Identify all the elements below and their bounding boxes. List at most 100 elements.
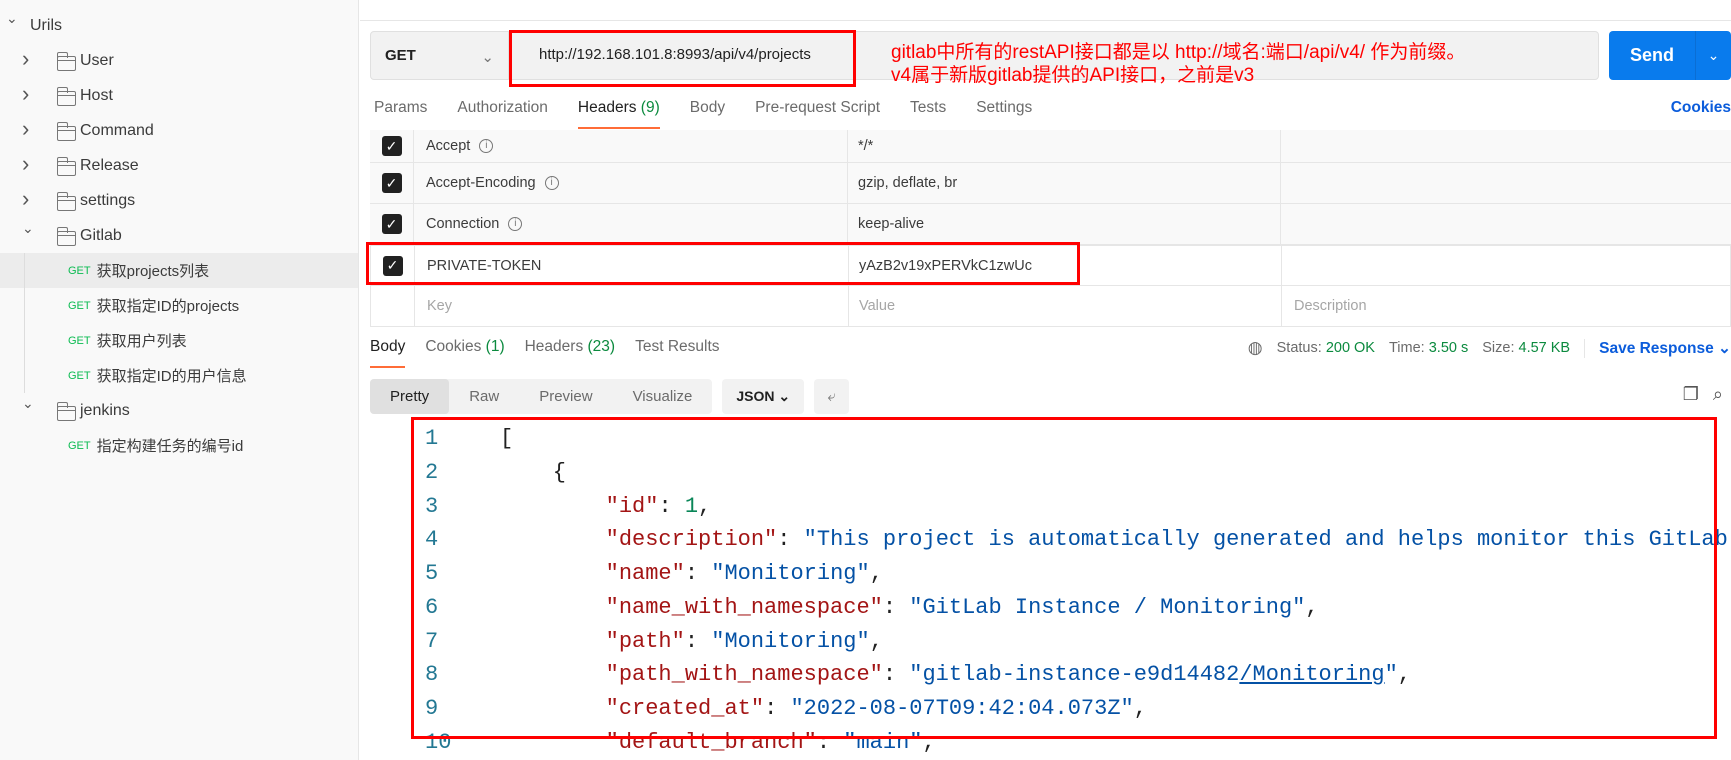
header-key[interactable]: Connection i <box>414 204 848 244</box>
annotation-box-token <box>366 242 1080 285</box>
tree-item[interactable]: ⌄ Urils <box>0 8 358 43</box>
save-response-label: Save Response <box>1599 339 1714 357</box>
chevron-right-icon[interactable]: › <box>22 116 36 141</box>
tab-settings[interactable]: Settings <box>976 99 1032 129</box>
header-description-input[interactable]: Description <box>1282 286 1730 326</box>
view-mode-raw[interactable]: Raw <box>449 379 519 414</box>
folder-icon <box>56 192 76 211</box>
header-value[interactable]: */* <box>848 130 1281 162</box>
status-value: 200 OK <box>1325 340 1375 356</box>
folder-label: settings <box>80 191 136 209</box>
tab-headers[interactable]: Headers (23) <box>525 338 615 368</box>
request-item[interactable]: GET 获取指定ID的用户信息 <box>0 358 358 393</box>
tab-test-results[interactable]: Test Results <box>635 338 719 368</box>
sidebar: ⌄ Urils › User › Host › Command › Release › setting… <box>0 0 359 760</box>
header-enabled-cell[interactable] <box>371 286 415 326</box>
header-key-text: Accept-Encoding <box>426 175 536 191</box>
tree-item[interactable]: › Host <box>0 78 358 113</box>
send-button[interactable]: Send ⌄ <box>1609 31 1731 80</box>
header-key-input[interactable]: Key <box>415 286 849 326</box>
header-value-text: gzip, deflate, br <box>858 175 958 191</box>
tab-params[interactable]: Params <box>374 99 427 129</box>
chevron-right-icon[interactable]: › <box>22 46 36 71</box>
request-item[interactable]: GET 指定构建任务的编号id <box>0 428 358 463</box>
chevron-down-icon[interactable]: ⌄ <box>1696 47 1731 64</box>
request-item[interactable]: GET 获取指定ID的projects <box>0 288 358 323</box>
tree-item[interactable]: ⌄ jenkins <box>0 393 358 428</box>
tab-headers[interactable]: Headers (9) <box>577 99 660 129</box>
tree-item-label: Urils <box>30 16 62 34</box>
time-value: 3.50 s <box>1428 340 1469 356</box>
tree-item[interactable]: ⌄ Gitlab <box>0 218 358 253</box>
tree-item[interactable]: › settings <box>0 183 358 218</box>
request-name: 获取用户列表 <box>96 333 187 350</box>
tab-body[interactable]: Body <box>370 338 406 368</box>
tab-pre-request-script[interactable]: Pre-request Script <box>755 99 880 129</box>
method-select[interactable]: GET ⌄ <box>371 32 509 79</box>
tab-label: Test Results <box>635 338 720 355</box>
header-description[interactable] <box>1281 130 1731 162</box>
header-description[interactable] <box>1282 246 1730 285</box>
method-badge: GET <box>68 334 91 347</box>
checkbox-checked[interactable]: ✓ <box>381 136 402 156</box>
chevron-down-icon[interactable]: ⌄ <box>22 395 36 411</box>
request-item[interactable]: GET 获取projects列表 <box>0 253 358 288</box>
info-icon[interactable]: i <box>508 217 523 231</box>
status-label: Status: <box>1276 340 1322 356</box>
header-value-input[interactable]: Value <box>849 286 1282 326</box>
request-item[interactable]: GET 获取用户列表 <box>0 323 358 358</box>
request-tabs: Params Authorization Headers (9) Body Pre-re… <box>374 99 1032 129</box>
method-label: GET <box>385 47 416 64</box>
view-mode-visualize[interactable]: Visualize <box>613 379 713 414</box>
folder-label: Gitlab <box>80 226 122 244</box>
header-key[interactable]: Accept-Encoding i <box>414 163 848 203</box>
save-response-button[interactable]: Save Response ⌄ <box>1584 338 1731 358</box>
header-key[interactable]: Accept i <box>414 130 848 162</box>
globe-icon[interactable]: ◍ <box>1248 338 1263 358</box>
checkbox-checked[interactable]: ✓ <box>381 214 402 234</box>
tab-cookies[interactable]: Cookies (1) <box>425 338 504 368</box>
chevron-right-icon[interactable]: › <box>22 151 36 176</box>
copy-icon[interactable]: ❐ <box>1683 384 1699 405</box>
format-select[interactable]: JSON ⌄ <box>722 379 805 414</box>
annotation-box-url <box>509 30 856 87</box>
view-mode-pretty[interactable]: Pretty <box>370 379 450 414</box>
chevron-right-icon[interactable]: › <box>22 81 36 106</box>
folder-label: Host <box>80 86 113 104</box>
tree-item[interactable]: › Command <box>0 113 358 148</box>
header-key-text: Accept <box>426 138 471 154</box>
response-status: ◍ Status: 200 OK Time: 3.50 s Size: 4.57… <box>1248 338 1731 358</box>
chevron-down-icon[interactable]: ⌄ <box>6 10 20 26</box>
header-value[interactable]: gzip, deflate, br <box>848 163 1281 203</box>
size-value: 4.57 KB <box>1518 340 1571 356</box>
header-description[interactable] <box>1281 204 1731 244</box>
folder-icon <box>56 87 76 106</box>
chevron-down-icon[interactable]: ⌄ <box>22 220 36 236</box>
wrap-lines-icon[interactable]: ⤶ <box>814 379 850 414</box>
tab-body[interactable]: Body <box>690 99 725 129</box>
chevron-right-icon[interactable]: › <box>22 186 36 211</box>
tree-guide <box>24 253 25 393</box>
view-mode-preview[interactable]: Preview <box>519 379 612 414</box>
tab-tests[interactable]: Tests <box>910 99 946 129</box>
annotation-line2: v4属于新版gitlab提供的API接口，之前是v3 <box>891 65 1255 86</box>
request-name: 指定构建任务的编号id <box>96 438 244 455</box>
tab-label: Headers <box>577 99 637 116</box>
tree-item[interactable]: › Release <box>0 148 358 183</box>
header-enabled-cell: ✓ <box>370 130 414 162</box>
request-name: 获取指定ID的用户信息 <box>96 368 247 385</box>
header-value[interactable]: keep-alive <box>848 204 1281 244</box>
cookies-link[interactable]: Cookies <box>1671 99 1731 117</box>
info-icon[interactable]: i <box>479 139 494 153</box>
header-description[interactable] <box>1281 163 1731 203</box>
folder-icon <box>56 402 76 421</box>
tab-label: Params <box>374 99 428 116</box>
tree-item[interactable]: › User <box>0 43 358 78</box>
checkbox-checked[interactable]: ✓ <box>381 173 402 193</box>
info-icon[interactable]: i <box>544 176 559 190</box>
tab-authorization[interactable]: Authorization <box>457 99 547 129</box>
search-icon[interactable]: ⌕ <box>1713 384 1723 405</box>
request-pane: GET ⌄ http://192.168.101.8:8993/api/v4/pr… <box>360 0 1731 760</box>
folder-icon <box>56 52 76 71</box>
header-row: ✓ Accept i */* <box>370 130 1731 163</box>
